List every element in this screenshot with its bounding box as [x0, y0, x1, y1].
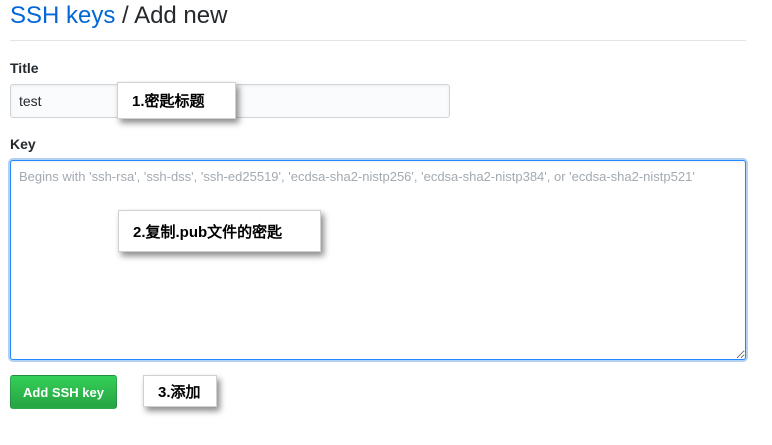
key-annotation: 2.复制.pub文件的密匙: [118, 210, 321, 252]
key-label: Key: [10, 136, 36, 152]
breadcrumb-current: Add new: [134, 2, 228, 29]
title-label: Title: [10, 60, 39, 76]
add-ssh-key-button[interactable]: Add SSH key: [10, 375, 117, 409]
key-textarea[interactable]: [10, 160, 746, 360]
ssh-keys-link[interactable]: SSH keys: [10, 2, 115, 29]
add-ssh-key-page: SSH keys / Add new Title Key Add SSH key…: [0, 0, 772, 445]
breadcrumb-separator: /: [115, 2, 135, 29]
title-annotation: 1.密匙标题: [117, 82, 236, 119]
page-title: SSH keys / Add new: [10, 0, 746, 41]
submit-annotation: 3.添加: [143, 375, 217, 407]
